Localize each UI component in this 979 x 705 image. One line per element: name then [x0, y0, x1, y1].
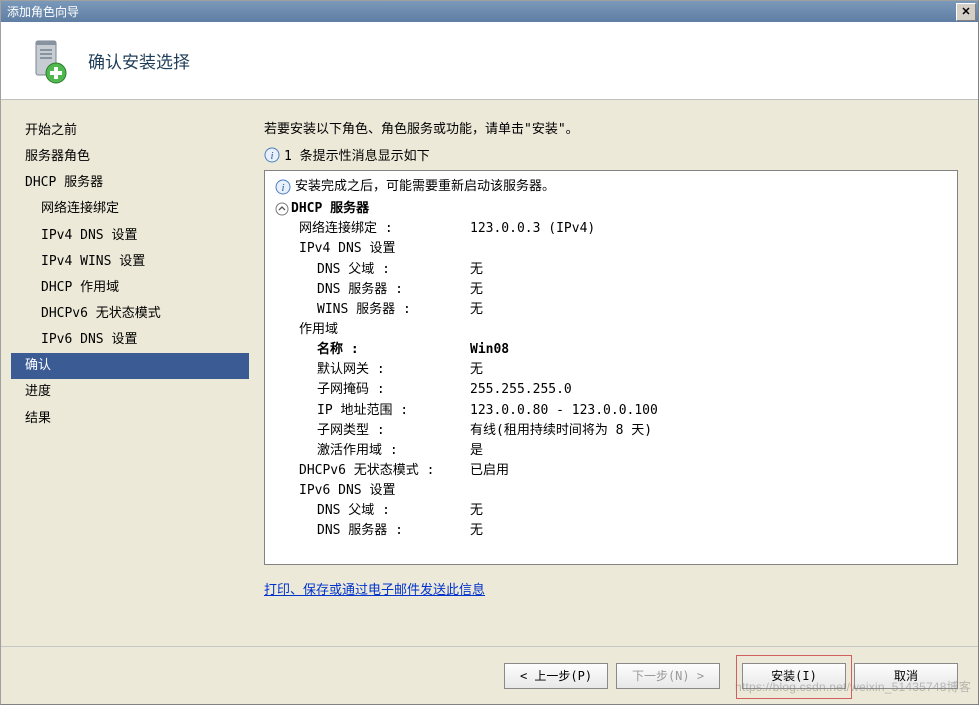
- intro-text: 若要安装以下角色、角色服务或功能，请单击"安装"。: [264, 118, 958, 137]
- install-button[interactable]: 安装(I): [742, 663, 846, 689]
- detail-row: 子网类型 :有线(租用持续时间将为 8 天): [275, 421, 947, 441]
- sidebar-item-9[interactable]: 确认: [11, 353, 249, 379]
- detail-row: DHCPv6 无状态模式 :已启用: [275, 461, 947, 481]
- detail-value: 无: [470, 300, 483, 320]
- close-icon: ✕: [961, 5, 970, 18]
- export-info-link[interactable]: 打印、保存或通过电子邮件发送此信息: [264, 579, 958, 598]
- detail-label: DNS 父域 :: [275, 501, 470, 521]
- detail-label: 子网类型 :: [275, 421, 470, 441]
- sidebar-item-4[interactable]: IPv4 DNS 设置: [11, 223, 249, 249]
- detail-row: 子网掩码 :255.255.255.0: [275, 380, 947, 400]
- detail-label: IP 地址范围 :: [275, 401, 470, 421]
- info-line: i 1 条提示性消息显示如下: [264, 145, 958, 164]
- detail-row: 默认网关 :无: [275, 360, 947, 380]
- page-title: 确认安装选择: [88, 48, 190, 73]
- warn-line: i 安装完成之后，可能需要重新启动该服务器。: [275, 177, 947, 197]
- detail-row: DNS 父域 :无: [275, 501, 947, 521]
- sidebar-item-5[interactable]: IPv4 WINS 设置: [11, 249, 249, 275]
- detail-value: 无: [470, 260, 483, 280]
- sidebar-item-10[interactable]: 进度: [11, 379, 249, 405]
- section-header: DHCP 服务器: [275, 199, 947, 219]
- detail-value: 123.0.0.80 - 123.0.0.100: [470, 401, 658, 421]
- detail-row: IPv6 DNS 设置: [275, 481, 947, 501]
- info-icon: i: [264, 147, 280, 163]
- detail-value: 已启用: [470, 461, 509, 481]
- detail-value: 255.255.255.0: [470, 380, 572, 400]
- detail-value: 无: [470, 360, 483, 380]
- sidebar-item-11[interactable]: 结果: [11, 406, 249, 432]
- details-box: i 安装完成之后，可能需要重新启动该服务器。 DHCP 服务器 网络连接绑定 :…: [264, 170, 958, 565]
- detail-row: IP 地址范围 :123.0.0.80 - 123.0.0.100: [275, 401, 947, 421]
- detail-label: 激活作用域 :: [275, 441, 470, 461]
- window-body: 确认安装选择 开始之前服务器角色DHCP 服务器网络连接绑定IPv4 DNS 设…: [0, 22, 979, 705]
- detail-label: 网络连接绑定 :: [275, 219, 470, 239]
- detail-label: IPv4 DNS 设置: [275, 239, 470, 259]
- warn-line-text: 安装完成之后，可能需要重新启动该服务器。: [295, 177, 555, 197]
- detail-label: DNS 服务器 :: [275, 521, 470, 541]
- detail-row: WINS 服务器 :无: [275, 300, 947, 320]
- titlebar: 添加角色向导 ✕: [0, 0, 979, 22]
- button-row: < 上一步(P) 下一步(N) > 安装(I) 取消: [1, 646, 978, 704]
- sidebar-item-2[interactable]: DHCP 服务器: [11, 170, 249, 196]
- sidebar-item-7[interactable]: DHCPv6 无状态模式: [11, 301, 249, 327]
- sidebar-item-0[interactable]: 开始之前: [11, 118, 249, 144]
- cancel-button[interactable]: 取消: [854, 663, 958, 689]
- detail-row: DNS 服务器 :无: [275, 521, 947, 541]
- detail-value: 有线(租用持续时间将为 8 天): [470, 421, 652, 441]
- details-rows: 网络连接绑定 :123.0.0.3 (IPv4)IPv4 DNS 设置DNS 父…: [275, 219, 947, 541]
- window-title: 添加角色向导: [7, 3, 79, 20]
- sidebar-item-6[interactable]: DHCP 作用域: [11, 275, 249, 301]
- wizard-icon: [26, 37, 68, 85]
- info-line-text: 1 条提示性消息显示如下: [284, 145, 430, 164]
- sidebar-item-3[interactable]: 网络连接绑定: [11, 196, 249, 222]
- svg-text:i: i: [270, 150, 273, 162]
- section-title: DHCP 服务器: [291, 199, 369, 219]
- detail-row: 作用域: [275, 320, 947, 340]
- main-area: 开始之前服务器角色DHCP 服务器网络连接绑定IPv4 DNS 设置IPv4 W…: [1, 100, 978, 640]
- detail-value: Win08: [470, 340, 509, 360]
- detail-row: 激活作用域 :是: [275, 441, 947, 461]
- next-button: 下一步(N) >: [616, 663, 720, 689]
- content: 若要安装以下角色、角色服务或功能，请单击"安装"。 i 1 条提示性消息显示如下…: [249, 110, 968, 640]
- detail-row: DNS 服务器 :无: [275, 280, 947, 300]
- detail-label: DHCPv6 无状态模式 :: [275, 461, 470, 481]
- close-button[interactable]: ✕: [956, 3, 976, 21]
- detail-label: 默认网关 :: [275, 360, 470, 380]
- detail-row: IPv4 DNS 设置: [275, 239, 947, 259]
- sidebar-item-1[interactable]: 服务器角色: [11, 144, 249, 170]
- detail-label: DNS 服务器 :: [275, 280, 470, 300]
- detail-label: 作用域: [275, 320, 470, 340]
- detail-label: WINS 服务器 :: [275, 300, 470, 320]
- sidebar: 开始之前服务器角色DHCP 服务器网络连接绑定IPv4 DNS 设置IPv4 W…: [11, 110, 249, 640]
- detail-value: 无: [470, 501, 483, 521]
- info-icon: i: [275, 179, 291, 195]
- detail-label: IPv6 DNS 设置: [275, 481, 470, 501]
- detail-row: 名称 :Win08: [275, 340, 947, 360]
- detail-value: 无: [470, 280, 483, 300]
- detail-value: 是: [470, 441, 483, 461]
- detail-value: 123.0.0.3 (IPv4): [470, 219, 595, 239]
- detail-value: 无: [470, 521, 483, 541]
- detail-row: 网络连接绑定 :123.0.0.3 (IPv4): [275, 219, 947, 239]
- wizard-header: 确认安装选择: [1, 22, 978, 100]
- svg-text:i: i: [281, 182, 284, 194]
- detail-label: DNS 父域 :: [275, 260, 470, 280]
- detail-row: DNS 父域 :无: [275, 260, 947, 280]
- back-button[interactable]: < 上一步(P): [504, 663, 608, 689]
- detail-label: 名称 :: [275, 340, 470, 360]
- detail-label: 子网掩码 :: [275, 380, 470, 400]
- sidebar-item-8[interactable]: IPv6 DNS 设置: [11, 327, 249, 353]
- collapse-icon[interactable]: [275, 202, 289, 216]
